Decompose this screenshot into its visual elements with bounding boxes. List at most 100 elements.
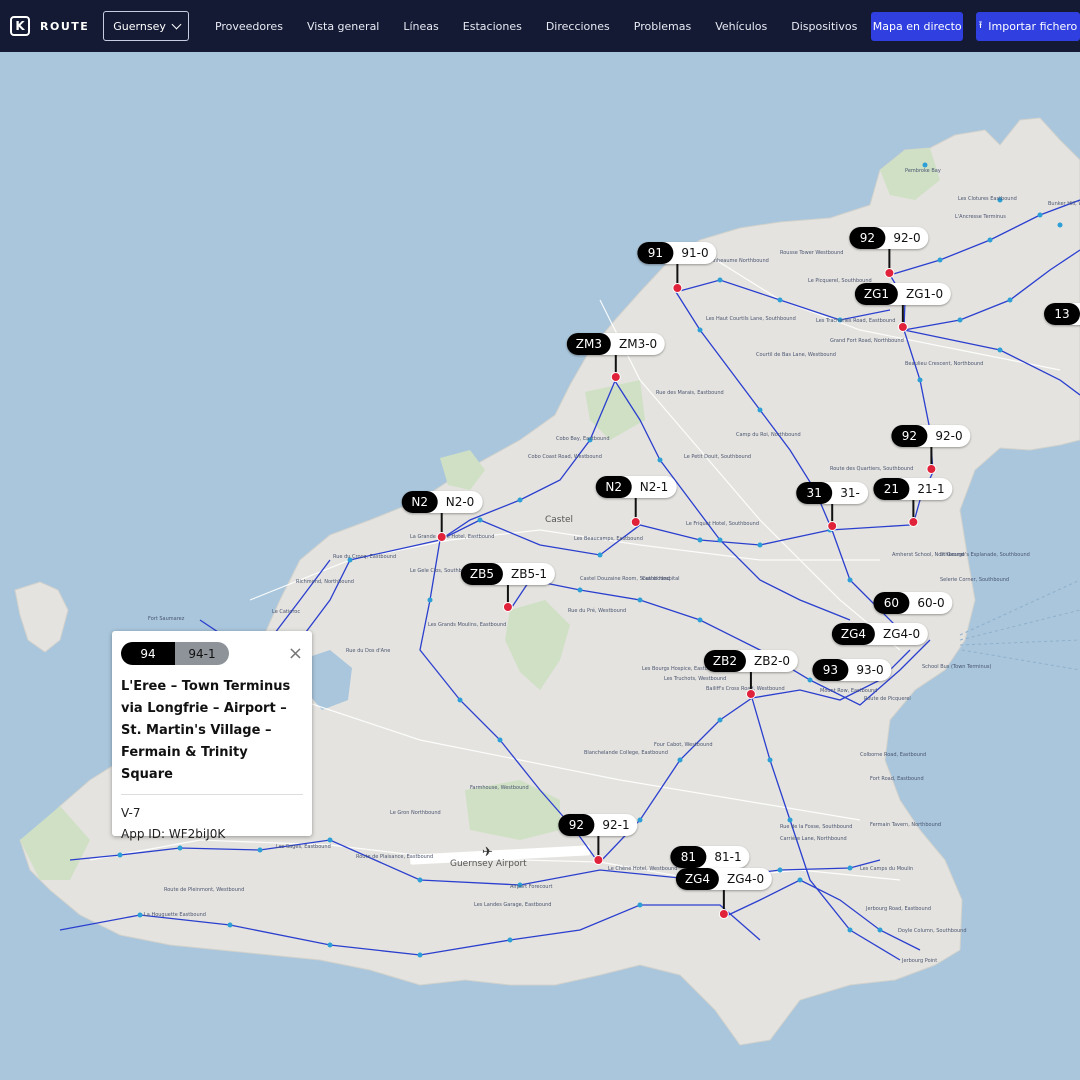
vehicle-marker[interactable]: 31 31- (796, 482, 868, 531)
stop-label: Fort Saumarez (148, 616, 185, 622)
vehicle-trip-id: 92-0 (935, 429, 963, 443)
vehicle-position-dot[interactable] (826, 521, 837, 531)
marker-stem (507, 585, 509, 603)
vehicle-marker[interactable]: 92 92-0 (849, 227, 929, 278)
close-icon[interactable]: × (288, 645, 303, 663)
stop-label: Beaulieu Crescent, Northbound (905, 361, 983, 367)
vehicle-tag[interactable]: ZB5 ZB5-1 (460, 563, 556, 585)
vehicle-position-dot[interactable] (592, 855, 603, 865)
vehicle-tag[interactable]: ZG4 ZG4-0 (831, 623, 929, 645)
vehicle-tag[interactable]: 93 93-0 (812, 659, 892, 681)
region-select[interactable]: Guernsey (103, 11, 189, 41)
vehicle-marker[interactable]: 60 60-0 (873, 592, 953, 614)
vehicle-marker[interactable]: ZG4 ZG4-0 (831, 623, 929, 645)
stop-label: Jerbourg Road, Eastbound (865, 906, 931, 912)
vehicle-trip-id: 60-0 (917, 596, 945, 610)
stop-label: Route de Pleinmont, Westbound (164, 887, 244, 893)
upload-icon: ⭱ (978, 19, 983, 31)
vehicle-marker[interactable]: 92 92-1 (558, 814, 638, 865)
vehicle-marker[interactable]: ZG4 ZG4-0 (675, 868, 773, 919)
vehicle-tag[interactable]: 60 60-0 (873, 592, 953, 614)
vehicle-trip-id: N2-1 (639, 480, 669, 494)
stop-label: Rue du Pré, Westbound (568, 607, 626, 614)
vehicle-trip-id: 92-0 (893, 231, 921, 245)
vehicle-route-number: ZB5 (460, 563, 504, 585)
vehicle-marker[interactable]: N2 N2-1 (595, 476, 677, 527)
vehicle-position-dot[interactable] (898, 322, 908, 332)
vehicle-marker[interactable]: ZB2 ZB2-0 (703, 650, 799, 699)
brand-name: ROUTE (40, 19, 90, 33)
vehicle-position-dot[interactable] (925, 464, 936, 474)
vehicle-position-dot[interactable] (907, 517, 918, 527)
marker-stem (911, 500, 914, 518)
vehicle-route-number: 92 (558, 814, 595, 836)
vehicle-route-number: 92 (891, 425, 928, 447)
nav-stations[interactable]: Estaciones (463, 20, 522, 33)
vehicle-route-number: 93 (812, 659, 849, 681)
stop-label: Blanchelande College, Eastbound (584, 750, 668, 756)
vehicle-position-dot[interactable] (719, 909, 729, 919)
vehicle-marker[interactable]: ZB5 ZB5-1 (460, 563, 556, 612)
vehicle-tag[interactable]: 31 31- (796, 482, 868, 504)
vehicle-marker[interactable]: ZM3 ZM3-0 (566, 333, 666, 382)
popup-vehicle-id: V-7 (121, 806, 141, 820)
vehicle-marker[interactable]: N2 N2-0 (401, 491, 483, 542)
vehicle-marker[interactable]: 91 91-0 (637, 242, 717, 293)
vehicle-route-number: 13 (1044, 303, 1080, 325)
vehicle-marker[interactable]: 92 92-0 (891, 425, 971, 474)
vehicle-position-dot[interactable] (746, 689, 756, 699)
vehicle-tag[interactable]: 91 91-0 (637, 242, 717, 264)
vehicle-marker[interactable]: ZG1 ZG1-0 (854, 283, 952, 332)
nav-vehicles[interactable]: Vehículos (715, 20, 767, 33)
vehicle-marker[interactable]: 81 81-1 (670, 846, 750, 868)
nav-overview[interactable]: Vista general (307, 20, 379, 33)
logo[interactable]: K ROUTE (10, 16, 89, 36)
live-map-button[interactable]: Mapa en directo (871, 11, 964, 41)
stop-label: Le Chêne Hotel, Westbound (608, 865, 677, 872)
nav-lines[interactable]: Líneas (403, 20, 438, 33)
vehicle-position-dot[interactable] (630, 517, 641, 527)
vehicle-route-number: 31 (796, 482, 833, 504)
stop-label: Les Sages, Eastbound (276, 844, 331, 850)
nav-directions[interactable]: Direcciones (546, 20, 610, 33)
stop-label: Route de Picquerel (864, 696, 911, 702)
marker-stem (596, 836, 599, 856)
vehicle-tag[interactable]: 92 92-0 (849, 227, 929, 249)
nav-problems[interactable]: Problemas (634, 20, 691, 33)
vehicle-position-dot[interactable] (611, 372, 621, 382)
vehicle-tag[interactable]: 13 (1044, 303, 1080, 325)
import-file-button[interactable]: ⭱ Importar fichero (976, 11, 1080, 41)
vehicle-tag[interactable]: 92 92-1 (558, 814, 638, 836)
vehicle-tag[interactable]: ZG4 ZG4-0 (675, 868, 773, 890)
vehicle-tag[interactable]: ZB2 ZB2-0 (703, 650, 799, 672)
vehicle-marker[interactable]: 13 (1044, 303, 1080, 325)
vehicle-tag[interactable]: 92 92-0 (891, 425, 971, 447)
vehicle-tag[interactable]: N2 N2-0 (401, 491, 483, 513)
vehicle-position-dot[interactable] (883, 268, 894, 278)
stop-label: Carrière Lane, Northbound (780, 835, 847, 842)
vehicle-route-number: 92 (849, 227, 886, 249)
town-label-castel: Castel (545, 515, 573, 525)
vehicle-tag[interactable]: ZM3 ZM3-0 (566, 333, 666, 355)
vehicle-marker[interactable]: 21 21-1 (873, 478, 953, 527)
vehicle-position-dot[interactable] (503, 602, 513, 612)
stop-label: Les Camps du Moulin (860, 866, 913, 872)
marker-stem (615, 355, 617, 373)
vehicle-tag[interactable]: N2 N2-1 (595, 476, 677, 498)
stop-label: Les Beaucamps, Eastbound (574, 536, 643, 542)
vehicle-tag[interactable]: ZG1 ZG1-0 (854, 283, 952, 305)
vehicle-tag[interactable]: 21 21-1 (873, 478, 953, 500)
vehicle-marker[interactable]: 93 93-0 (812, 659, 892, 681)
vehicle-tag[interactable]: 81 81-1 (670, 846, 750, 868)
vehicle-position-dot[interactable] (436, 532, 447, 542)
nav-providers[interactable]: Proveedores (215, 20, 283, 33)
stop-label: Rue du Dos d'Ane (346, 648, 390, 654)
nav-devices[interactable]: Dispositivos (791, 20, 857, 33)
stop-label: Courtil de Bas Lane, Westbound (756, 352, 836, 358)
vehicle-route-number: N2 (595, 476, 632, 498)
vehicle-trip-id: 21-1 (917, 482, 945, 496)
stop-label: Selerie Corner, Southbound (940, 577, 1009, 583)
vehicle-position-dot[interactable] (671, 283, 682, 293)
stop-label: Camp du Roi, Northbound (736, 432, 801, 438)
vehicle-trip-id: ZG4-0 (727, 872, 765, 886)
